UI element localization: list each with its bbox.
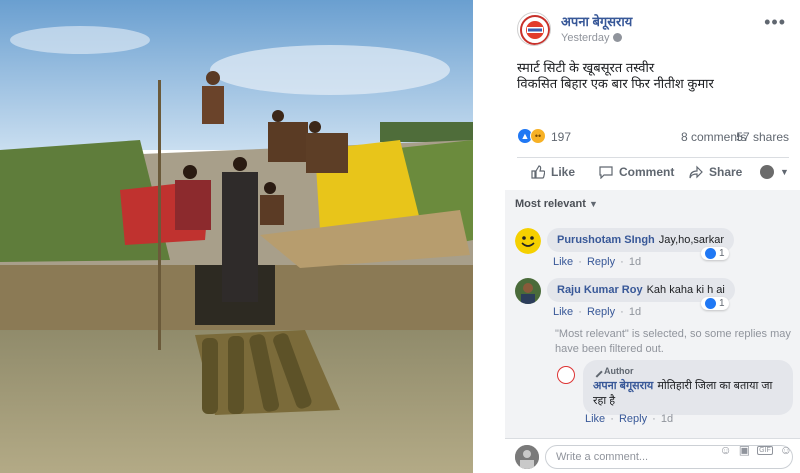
- author-badge: Author: [591, 364, 783, 379]
- share-arrow-icon: [689, 165, 703, 179]
- comment-button-label: Comment: [619, 165, 675, 179]
- commenter-avatar[interactable]: [515, 278, 541, 304]
- comment-author-link[interactable]: Purushotam SIngh: [557, 234, 655, 246]
- post-text: स्मार्ट सिटी के खूबसूरत तस्वीर विकसित बि…: [517, 60, 787, 92]
- reactions-bar: ▲ •• 197 8 comments 57 shares: [517, 128, 789, 146]
- comment-reply-link[interactable]: Reply: [587, 306, 615, 318]
- post-photo[interactable]: [0, 0, 473, 473]
- comment-icon: [599, 166, 613, 179]
- share-button[interactable]: Share: [689, 165, 742, 179]
- page-avatar-small[interactable]: [557, 366, 575, 384]
- sort-dropdown[interactable]: Most relevant ▼: [515, 198, 598, 210]
- comment-like-count: 1: [719, 298, 725, 309]
- page-name-link[interactable]: अपना बेगूसराय: [561, 12, 632, 30]
- commenter-avatar[interactable]: [515, 228, 541, 254]
- thumbs-up-icon: [531, 165, 545, 179]
- reply-author-link[interactable]: अपना बेगूसराय: [593, 380, 653, 392]
- reply-like-link[interactable]: Like: [585, 413, 605, 425]
- reply-time[interactable]: 1d: [661, 413, 673, 425]
- gif-icon[interactable]: GIF: [757, 445, 773, 455]
- comment-like-badge[interactable]: 1: [701, 297, 729, 310]
- like-button[interactable]: Like: [531, 165, 575, 179]
- author-badge-label: Author: [604, 366, 634, 376]
- comment-like-badge[interactable]: 1: [701, 247, 729, 260]
- comment-actions: Like · Reply · 1d: [553, 256, 642, 268]
- composer-icons: ☺ ▣ GIF ☺: [719, 443, 792, 457]
- post-timestamp[interactable]: Yesterday: [561, 32, 622, 44]
- reaction-icons[interactable]: ▲ ••: [517, 128, 546, 144]
- like-button-label: Like: [551, 165, 576, 179]
- sad-reaction-icon: ••: [530, 128, 546, 144]
- user-avatar-small: [760, 165, 774, 179]
- like-mini-icon: [705, 248, 716, 259]
- comment-actions: Like · Reply · 1d: [553, 306, 642, 318]
- comment-text: Kah kaha ki h ai: [646, 284, 725, 296]
- comment-button[interactable]: Comment: [599, 165, 674, 179]
- comment-composer: Write a comment... ☺ ▣ GIF ☺: [505, 438, 800, 473]
- share-button-label: Share: [709, 165, 743, 179]
- caret-down-icon: ▼: [588, 199, 598, 209]
- post-text-line: स्मार्ट सिटी के खूबसूरत तस्वीर: [517, 60, 655, 75]
- reaction-count[interactable]: 197: [551, 130, 571, 144]
- comment-author-link[interactable]: Raju Kumar Roy: [557, 284, 643, 296]
- reply-bubble: Author अपना बेगूसराय मोतिहारी जिला का बता…: [583, 360, 793, 415]
- caret-down-icon: ▼: [780, 167, 789, 177]
- comment-like-link[interactable]: Like: [553, 306, 573, 318]
- like-mini-icon: [705, 298, 716, 309]
- shares-count-link[interactable]: 57 shares: [736, 130, 789, 144]
- comment-like-link[interactable]: Like: [553, 256, 573, 268]
- comment-time[interactable]: 1d: [629, 256, 641, 268]
- audience-selector[interactable]: ▼: [760, 165, 789, 179]
- post-text-line: विकसित बिहार एक बार फिर नीतीश कुमार: [517, 76, 714, 91]
- post-header: अपना बेगूसराय Yesterday •••: [505, 8, 800, 48]
- globe-icon: [612, 33, 622, 42]
- post-panel: अपना बेगूसराय Yesterday ••• स्मार्ट सिटी…: [505, 0, 800, 473]
- comment-text: Jay,ho,sarkar: [658, 234, 724, 246]
- comment-like-count: 1: [719, 248, 725, 259]
- action-bar: Like Comment Share ▼: [517, 157, 789, 189]
- page-avatar[interactable]: [517, 12, 551, 46]
- camera-icon[interactable]: ▣: [739, 443, 750, 457]
- sticker-icon[interactable]: ☺: [780, 443, 792, 457]
- comment-input-placeholder: Write a comment...: [556, 451, 649, 463]
- current-user-avatar[interactable]: [515, 445, 539, 469]
- reply-actions: Like · Reply · 1d: [585, 413, 674, 425]
- comment-time[interactable]: 1d: [629, 306, 641, 318]
- comment-reply-link[interactable]: Reply: [587, 256, 615, 268]
- emoji-icon[interactable]: ☺: [719, 443, 731, 457]
- more-options-icon[interactable]: •••: [764, 12, 786, 33]
- reply-reply-link[interactable]: Reply: [619, 413, 647, 425]
- post-time-text: Yesterday: [561, 32, 610, 44]
- filter-note: "Most relevant" is selected, so some rep…: [555, 328, 791, 355]
- sort-label: Most relevant: [515, 198, 586, 210]
- pencil-icon: [591, 365, 603, 378]
